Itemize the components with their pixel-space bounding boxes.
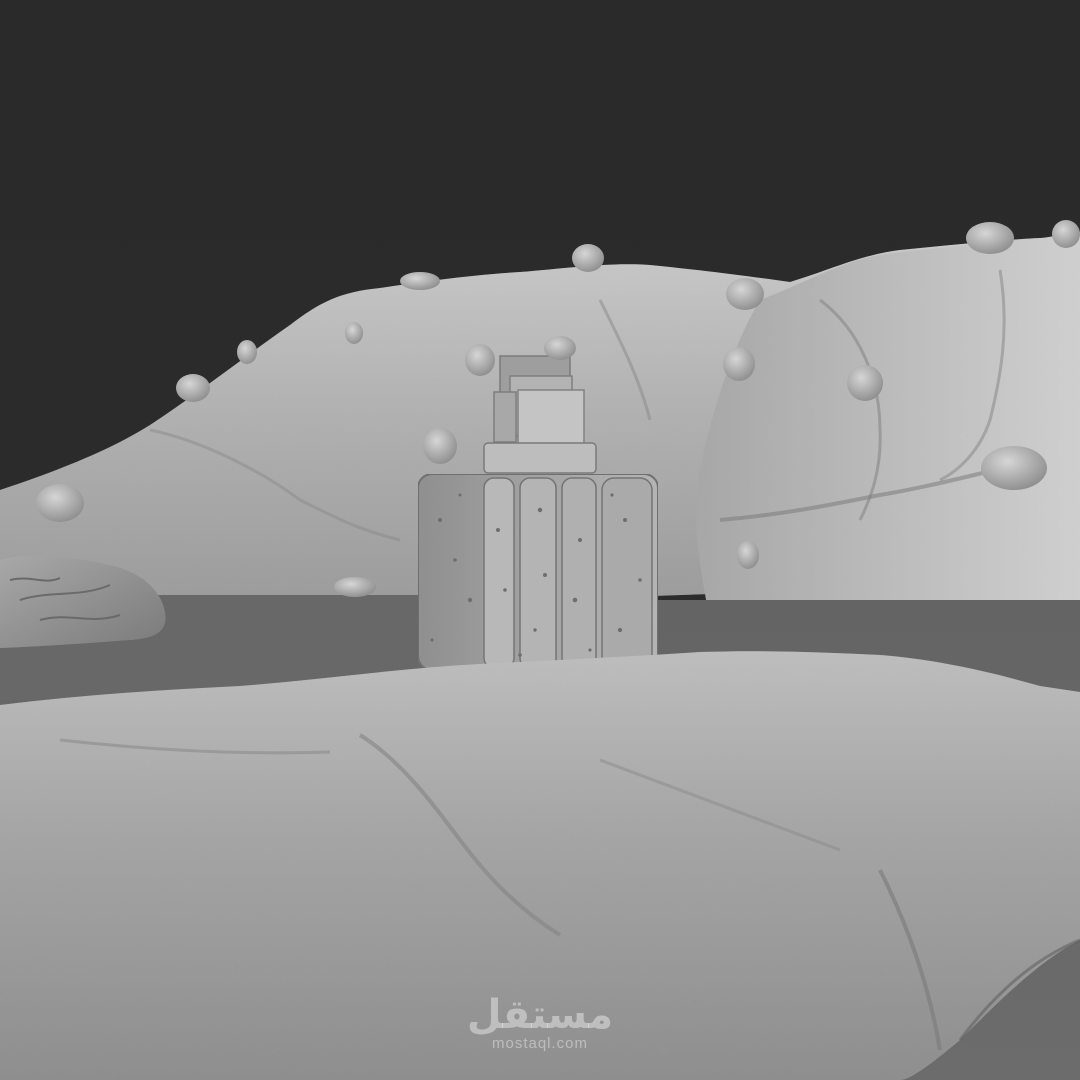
pebble: [1052, 220, 1080, 248]
pebble: [237, 340, 257, 364]
box-rib: [601, 477, 653, 669]
pebble: [176, 374, 210, 402]
pebble: [544, 336, 576, 360]
scene-canvas: [0, 0, 1080, 1080]
mid-slab: [483, 442, 597, 474]
pebble: [345, 322, 363, 344]
pebble: [981, 446, 1047, 490]
box-rib: [519, 477, 557, 669]
pebble: [36, 484, 84, 522]
foreground-terrain: [0, 651, 1080, 1080]
pebble: [723, 347, 755, 381]
pebble: [966, 222, 1014, 254]
pebble: [400, 272, 440, 290]
pebble: [423, 428, 457, 464]
box-rib: [561, 477, 597, 669]
top-block-front: [517, 389, 585, 447]
render-viewport: مستقل mostaql.com: [0, 0, 1080, 1080]
pebble: [737, 541, 759, 569]
pebble: [572, 244, 604, 272]
box-rib: [483, 477, 515, 669]
pebble: [334, 577, 376, 597]
pebble: [465, 344, 495, 376]
pebble: [726, 278, 764, 310]
pebble: [847, 365, 883, 401]
top-block-left: [493, 391, 517, 443]
